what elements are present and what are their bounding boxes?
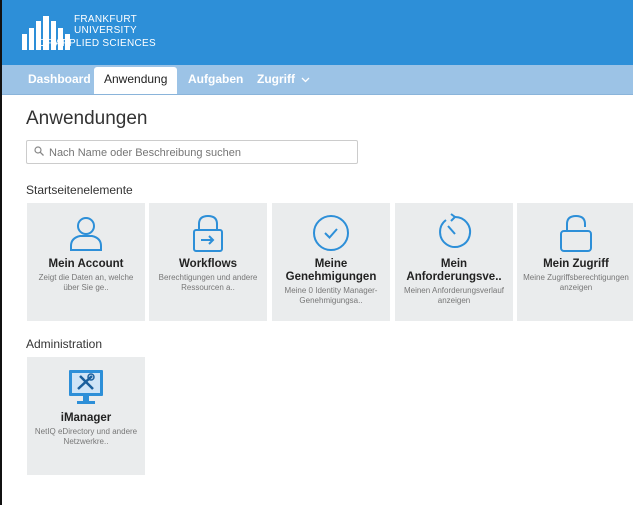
- search-input[interactable]: [47, 143, 351, 163]
- card-title: iManager: [60, 412, 112, 424]
- workflow-lock-icon: [193, 214, 223, 252]
- card-mein-account[interactable]: Mein Account Zeigt die Daten an, welche …: [27, 203, 145, 321]
- card-title: Meine Genehmigungen: [285, 258, 377, 283]
- card-title: Mein Anforderungsve..: [406, 258, 502, 283]
- card-description: Meine 0 Identity Manager-Genehmigungsa..: [284, 286, 378, 305]
- card-mein-zugriff[interactable]: Mein Zugriff Meine Zugriffsberechtigunge…: [517, 203, 633, 321]
- check-circle-icon: [313, 215, 349, 251]
- card-description: NetIQ eDirectory und andere Netzwerkre..: [34, 427, 138, 446]
- card-description: Meinen Anforderungsverlauf anzeigen: [403, 286, 505, 305]
- card-mein-anforderungsverlauf[interactable]: Mein Anforderungsve.. Meinen Anforderung…: [395, 203, 513, 321]
- card-meine-genehmigungen[interactable]: Meine Genehmigungen Meine 0 Identity Man…: [272, 203, 390, 321]
- chevron-down-icon: [301, 77, 310, 83]
- history-icon: [439, 213, 472, 248]
- nav-tabbar: Dashboard Anwendung Aufgaben Zugriff: [2, 65, 633, 95]
- card-title: Mein Zugriff: [543, 258, 609, 270]
- card-title: Mein Account: [48, 258, 124, 270]
- logo-line-3: OF APPLIED SCIENCES: [38, 38, 156, 49]
- card-description: Berechtigungen und andere Ressourcen a..: [158, 273, 258, 292]
- card-workflows[interactable]: Workflows Berechtigungen und andere Ress…: [149, 203, 267, 321]
- card-imanager[interactable]: iManager NetIQ eDirectory und andere Net…: [27, 357, 145, 475]
- search-box[interactable]: [26, 140, 358, 164]
- search-icon: [34, 146, 44, 156]
- tab-zugriff-label: Zugriff: [257, 72, 295, 86]
- card-description: Zeigt die Daten an, welche über Sie ge..: [38, 273, 134, 292]
- tab-dashboard[interactable]: Dashboard: [28, 65, 91, 94]
- lock-icon: [560, 214, 592, 252]
- tab-zugriff[interactable]: Zugriff: [257, 65, 310, 94]
- imanager-tools-icon: [69, 370, 103, 404]
- tab-aufgaben[interactable]: Aufgaben: [188, 65, 243, 94]
- header-bar: FRANKFURT UNIVERSITY OF APPLIED SCIENCES: [2, 0, 633, 65]
- logo-line-2: UNIVERSITY: [74, 25, 138, 36]
- section-title-administration: Administration: [26, 337, 103, 351]
- logo-text: FRANKFURT UNIVERSITY OF APPLIED SCIENCES: [38, 14, 156, 49]
- card-description: Meine Zugriffsberechtigungen anzeigen: [523, 273, 629, 292]
- card-title: Workflows: [179, 258, 237, 270]
- tab-anwendung[interactable]: Anwendung: [94, 67, 178, 94]
- section-title-start: Startseitenelemente: [26, 183, 133, 197]
- university-logo[interactable]: FRANKFURT UNIVERSITY OF APPLIED SCIENCES: [22, 14, 156, 50]
- logo-line-1: FRANKFURT: [74, 14, 138, 25]
- user-icon: [70, 217, 102, 251]
- page-title: Anwendungen: [26, 108, 148, 129]
